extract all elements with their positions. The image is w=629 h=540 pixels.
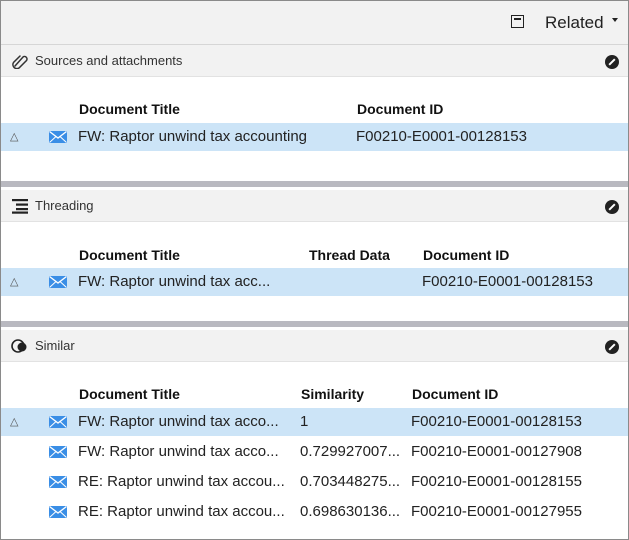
column-header-title[interactable]: Document Title xyxy=(79,101,180,117)
cell-similarity: 0.703448275... xyxy=(300,473,401,490)
section-divider[interactable] xyxy=(1,321,628,327)
email-icon xyxy=(49,416,67,428)
triangle-icon[interactable]: △ xyxy=(10,275,18,288)
cell-similarity: 0.698630136... xyxy=(300,503,401,520)
column-header-title[interactable]: Document Title xyxy=(79,247,180,263)
sources-title: Sources and attachments xyxy=(35,53,183,68)
column-header-similarity[interactable]: Similarity xyxy=(301,386,364,402)
cell-document-id: F00210-E0001-00127908 xyxy=(411,443,582,460)
cell-document-title: RE: Raptor unwind tax accou... xyxy=(78,473,285,490)
column-header-doc-id[interactable]: Document ID xyxy=(357,101,443,117)
threading-header: Threading xyxy=(1,190,628,222)
column-header-doc-id[interactable]: Document ID xyxy=(423,247,509,263)
email-icon xyxy=(49,476,67,488)
threading-title: Threading xyxy=(35,198,94,213)
cell-document-title: RE: Raptor unwind tax accou... xyxy=(78,503,285,520)
similar-section: Similar Document Title Similarity Docume… xyxy=(1,330,628,539)
table-row[interactable]: △ FW: Raptor unwind tax acco... 1 F00210-E0… xyxy=(1,408,628,436)
sources-section: Sources and attachments Document Title D… xyxy=(1,45,628,181)
related-dropdown-label[interactable]: Related xyxy=(545,13,604,33)
close-circle-icon[interactable] xyxy=(605,200,619,214)
sources-header: Sources and attachments xyxy=(1,45,628,77)
cell-document-id: F00210-E0001-00128153 xyxy=(356,128,527,145)
cell-similarity: 1 xyxy=(300,413,309,430)
cell-document-id: F00210-E0001-00128153 xyxy=(422,273,593,290)
related-toolbar: Related xyxy=(1,1,628,45)
similar-icon xyxy=(11,339,27,353)
chevron-down-icon[interactable] xyxy=(612,18,618,22)
email-icon xyxy=(49,131,67,143)
cell-document-id: F00210-E0001-00128153 xyxy=(411,413,582,430)
section-divider[interactable] xyxy=(1,181,628,187)
collapse-icon[interactable] xyxy=(511,15,524,28)
cell-document-title: FW: Raptor unwind tax acco... xyxy=(78,413,279,430)
column-header-title[interactable]: Document Title xyxy=(79,386,180,402)
similar-header: Similar xyxy=(1,330,628,362)
close-circle-icon[interactable] xyxy=(605,340,619,354)
table-row[interactable]: △ FW: Raptor unwind tax acc... F00210-E000… xyxy=(1,268,628,296)
close-circle-icon[interactable] xyxy=(605,55,619,69)
email-icon xyxy=(49,446,67,458)
related-panel: Related Sources and attachments Document… xyxy=(0,0,629,540)
triangle-icon[interactable]: △ xyxy=(10,415,18,428)
threading-section: Threading Document Title Thread Data Doc… xyxy=(1,190,628,322)
similar-title: Similar xyxy=(35,338,75,353)
table-row[interactable]: RE: Raptor unwind tax accou... 0.70344827… xyxy=(1,468,628,496)
email-icon xyxy=(49,506,67,518)
email-icon xyxy=(49,276,67,288)
column-header-thread-data[interactable]: Thread Data xyxy=(309,247,390,263)
table-row[interactable]: FW: Raptor unwind tax acco... 0.729927007… xyxy=(1,438,628,466)
column-header-doc-id[interactable]: Document ID xyxy=(412,386,498,402)
cell-document-title: FW: Raptor unwind tax acco... xyxy=(78,443,279,460)
cell-document-title: FW: Raptor unwind tax acc... xyxy=(78,273,271,290)
cell-similarity: 0.729927007... xyxy=(300,443,401,460)
cell-document-id: F00210-E0001-00128155 xyxy=(411,473,582,490)
triangle-icon[interactable]: △ xyxy=(10,130,18,143)
cell-document-id: F00210-E0001-00127955 xyxy=(411,503,582,520)
cell-document-title: FW: Raptor unwind tax accounting xyxy=(78,128,308,145)
table-row[interactable]: △ FW: Raptor unwind tax accounting F00210-… xyxy=(1,123,628,151)
table-row[interactable]: RE: Raptor unwind tax accou... 0.69863013… xyxy=(1,498,628,526)
paperclip-icon xyxy=(12,55,28,69)
threading-icon xyxy=(12,199,28,214)
